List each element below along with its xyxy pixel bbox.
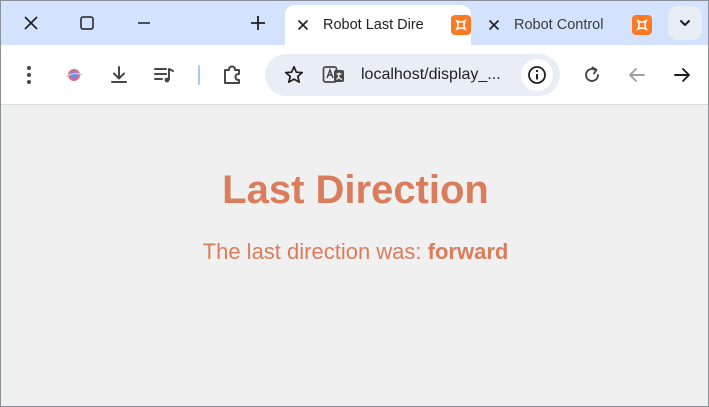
plus-icon — [251, 16, 265, 30]
site-info-icon — [528, 66, 546, 84]
tab-search-dropdown-button[interactable] — [668, 6, 702, 40]
download-icon[interactable] — [103, 59, 135, 91]
address-bar[interactable]: localhost/display_... — [265, 54, 560, 96]
page-title: Last Direction — [222, 168, 489, 212]
new-tab-button[interactable] — [242, 7, 274, 39]
tab-title: Robot Last Dire — [323, 17, 424, 33]
tab-robot-control[interactable]: Robot Control — [477, 5, 657, 45]
close-icon[interactable] — [15, 7, 47, 39]
minimize-icon[interactable] — [128, 7, 160, 39]
xampp-icon — [451, 15, 471, 35]
xampp-icon — [632, 15, 652, 35]
tab-strip: Robot Last Dire Robot Control — [1, 1, 708, 45]
tab-robot-last-direction[interactable]: Robot Last Dire — [285, 5, 471, 45]
browser-toolbar: localhost/display_... — [1, 45, 708, 105]
bookmark-star-icon[interactable] — [278, 59, 310, 91]
chevron-down-icon — [680, 20, 690, 26]
extension-avatar-icon[interactable] — [58, 59, 90, 91]
direction-message-prefix: The last direction was: — [202, 239, 422, 264]
direction-message: The last direction was: forward — [1, 239, 708, 265]
forward-arrow-icon[interactable] — [666, 59, 698, 91]
extensions-puzzle-icon[interactable] — [216, 59, 248, 91]
translate-icon[interactable] — [318, 59, 350, 91]
media-queue-icon[interactable] — [148, 59, 180, 91]
direction-value: forward — [427, 239, 509, 264]
close-tab-icon[interactable] — [486, 17, 502, 33]
site-info-button[interactable] — [521, 59, 553, 91]
menu-dots-icon[interactable] — [13, 59, 45, 91]
toolbar-separator — [198, 65, 200, 85]
back-arrow-icon[interactable] — [621, 59, 653, 91]
tab-title: Robot Control — [514, 17, 604, 33]
page-content: Last Direction The last direction was: f… — [1, 106, 708, 406]
url-text[interactable]: localhost/display_... — [361, 66, 501, 84]
maximize-icon[interactable] — [71, 7, 103, 39]
browser-window: Robot Last Dire Robot Control localhost/… — [0, 0, 709, 407]
close-tab-icon[interactable] — [295, 17, 311, 33]
reload-icon[interactable] — [576, 59, 608, 91]
